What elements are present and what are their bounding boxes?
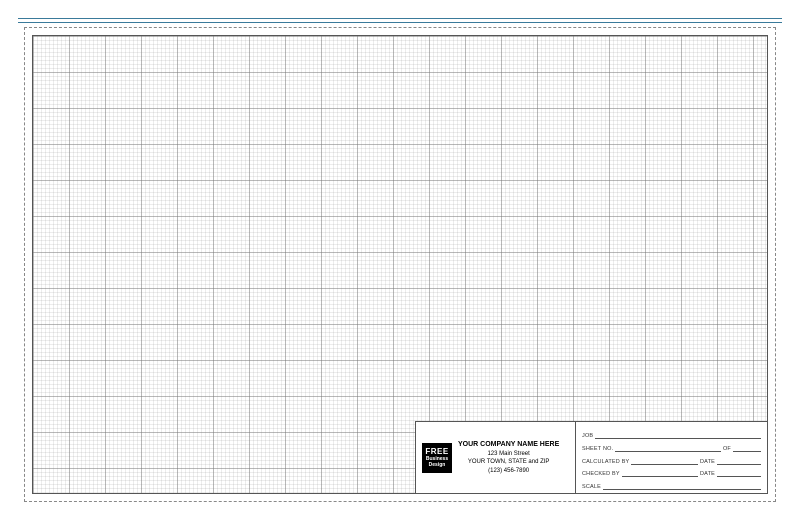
date-label-1: DATE	[700, 459, 715, 465]
company-phone: (123) 456-7890	[458, 467, 559, 475]
fields-panel: JOB SHEET NO. OF CALCULATED BY DATE CHEC…	[576, 422, 767, 493]
calculated-by-line	[631, 458, 698, 465]
job-label: JOB	[582, 433, 593, 439]
date-line-2	[717, 470, 761, 477]
date-line-1	[717, 458, 761, 465]
free-design-badge: FREE Business Design	[422, 443, 452, 473]
job-line	[595, 432, 761, 439]
drawing-frame: FREE Business Design YOUR COMPANY NAME H…	[32, 35, 768, 494]
accent-rule-1	[18, 18, 782, 19]
scale-row: SCALE	[582, 479, 761, 490]
sheet-no-line	[615, 445, 721, 452]
date-label-2: DATE	[700, 471, 715, 477]
accent-rule-2	[18, 22, 782, 23]
company-citystate: YOUR TOWN, STATE and ZIP	[458, 458, 559, 466]
badge-line2: Business	[426, 457, 448, 462]
checked-by-line	[622, 470, 698, 477]
of-label: OF	[723, 446, 731, 452]
of-line	[733, 445, 761, 452]
company-text: YOUR COMPANY NAME HERE 123 Main Street Y…	[458, 440, 559, 475]
checked-row: CHECKED BY DATE	[582, 466, 761, 477]
sheet-no-label: SHEET NO.	[582, 446, 613, 452]
company-panel: FREE Business Design YOUR COMPANY NAME H…	[416, 422, 576, 493]
title-block: FREE Business Design YOUR COMPANY NAME H…	[415, 421, 767, 493]
company-street: 123 Main Street	[458, 450, 559, 458]
scale-label: SCALE	[582, 484, 601, 490]
job-row: JOB	[582, 428, 761, 439]
calculated-by-label: CALCULATED BY	[582, 459, 629, 465]
badge-line1: FREE	[425, 448, 448, 456]
scale-line	[603, 483, 761, 490]
page-margin: FREE Business Design YOUR COMPANY NAME H…	[18, 18, 782, 508]
company-name: YOUR COMPANY NAME HERE	[458, 440, 559, 450]
sheet-row: SHEET NO. OF	[582, 441, 761, 452]
checked-by-label: CHECKED BY	[582, 471, 620, 477]
calculated-row: CALCULATED BY DATE	[582, 454, 761, 465]
badge-line3: Design	[429, 463, 446, 468]
